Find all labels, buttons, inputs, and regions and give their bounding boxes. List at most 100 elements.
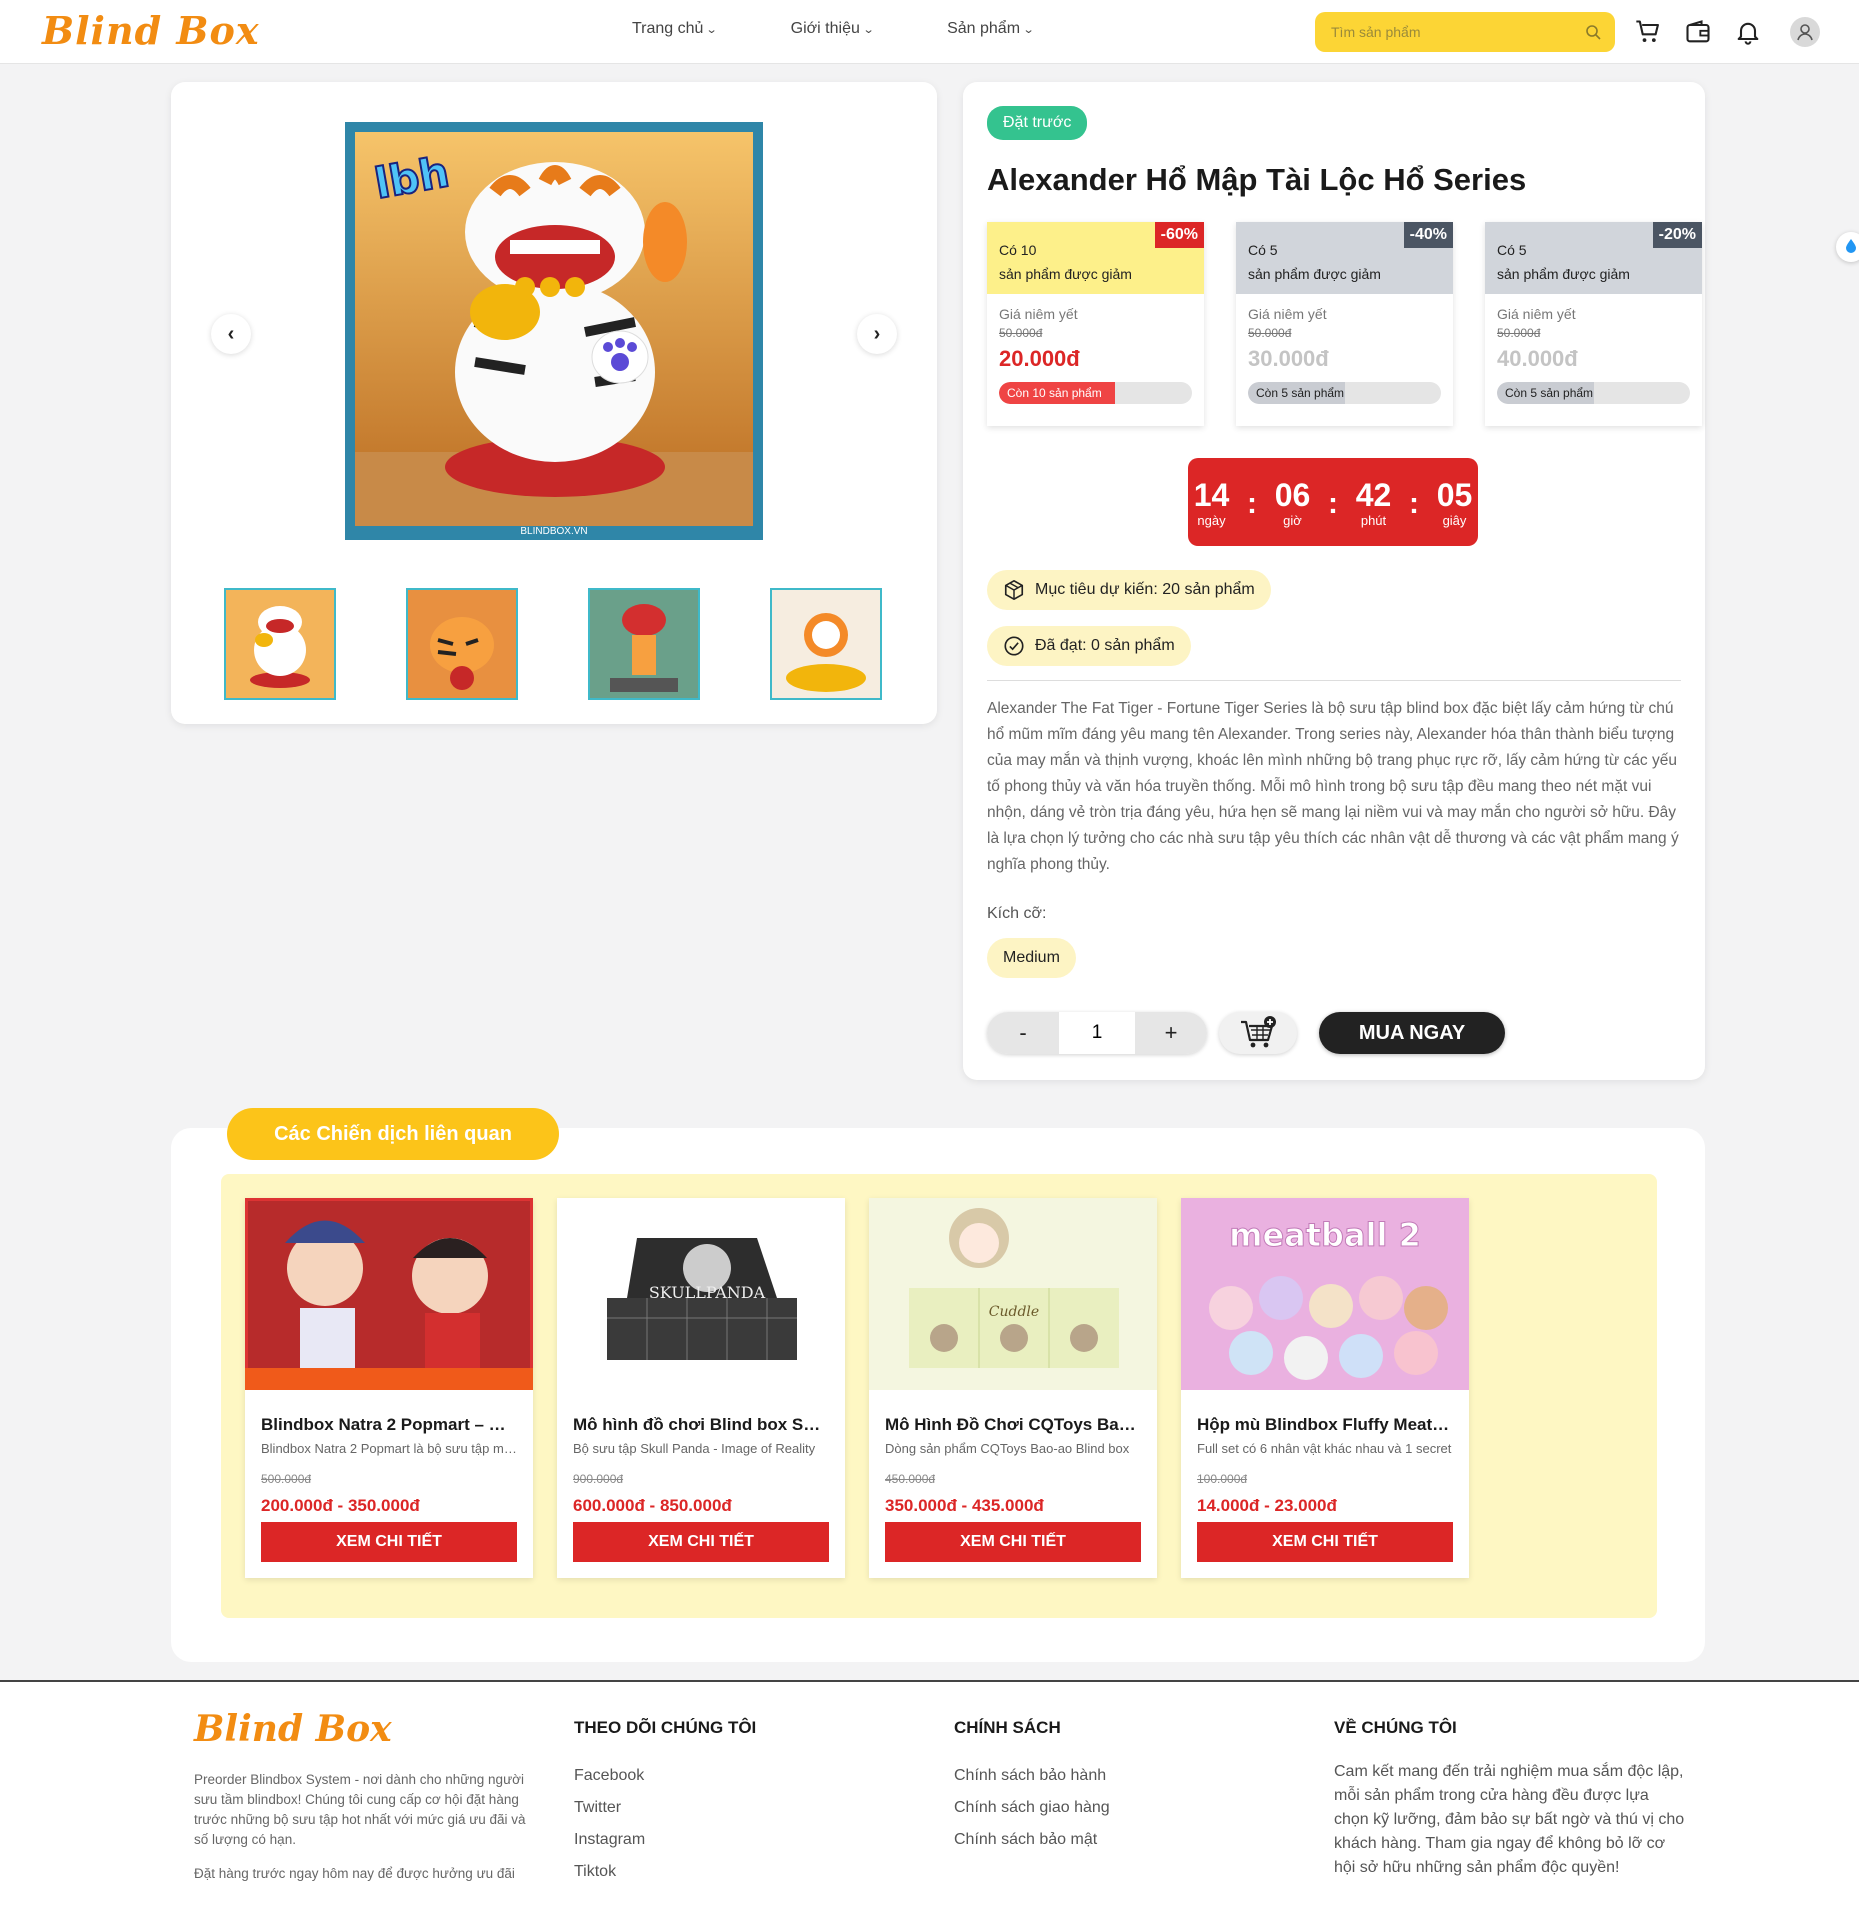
product-old-price: 900.000đ (573, 1472, 624, 1486)
countdown-hours-label: giờ (1283, 512, 1302, 528)
divider (987, 680, 1681, 681)
price-tiers: Có 10 sản phẩm được giảm -60% Giá niêm y… (987, 222, 1702, 426)
thumbnail-3[interactable] (588, 588, 700, 700)
footer-policy: CHÍNH SÁCH Chính sách bảo hành Chính sác… (954, 1718, 1110, 1856)
product-card[interactable]: Cuddle Mô Hình Đồ Chơi CQToys Bao-ao Cud… (869, 1198, 1157, 1578)
bell-icon[interactable] (1734, 18, 1762, 46)
related-campaigns: Các Chiến dịch liên quan Blindbox Natra … (171, 1108, 1705, 1662)
tier-caption: sản phẩm được giảm (1248, 266, 1381, 282)
nav-home[interactable]: Trang chủ ⌄ (632, 20, 718, 38)
old-price: 50.000đ (1497, 326, 1541, 340)
avatar-icon[interactable] (1790, 17, 1820, 47)
countdown-hours: 06 (1274, 476, 1311, 513)
footer-link-instagram[interactable]: Instagram (574, 1824, 756, 1856)
thumbnail-1[interactable] (224, 588, 336, 700)
view-detail-button[interactable]: XEM CHI TIẾT (1197, 1522, 1453, 1562)
main-nav: Trang chủ ⌄ Giới thiệu ⌄ Sản phẩm ⌄ (632, 20, 1035, 38)
add-to-cart-button[interactable] (1219, 1012, 1297, 1054)
product-image: SKULLPANDA (557, 1198, 845, 1390)
buy-now-button[interactable]: MUA NGAY (1319, 1012, 1505, 1054)
price-tier-1[interactable]: Có 10 sản phẩm được giảm -60% Giá niêm y… (987, 222, 1204, 426)
target-text: Mục tiêu dự kiến: 20 sản phẩm (1035, 581, 1255, 598)
stock-remaining: Còn 10 sản phẩm (1007, 386, 1102, 400)
footer-follow: THEO DÕI CHÚNG TÔI Facebook Twitter Inst… (574, 1718, 756, 1888)
product-card[interactable]: Blindbox Natra 2 Popmart – Mô hình Blind… (242, 1195, 536, 1578)
product-price-range: 350.000đ - 435.000đ (885, 1496, 1044, 1515)
product-desc: Blindbox Natra 2 Popmart là bộ sưu tập m… (261, 1441, 517, 1456)
footer-about-us: VỀ CHÚNG TÔI Cam kết mang đến trải nghiệ… (1334, 1718, 1686, 1880)
product-image (242, 1195, 536, 1393)
product-title: Alexander Hổ Mập Tài Lộc Hổ Series (987, 162, 1527, 197)
product-old-price: 100.000đ (1197, 1472, 1248, 1486)
product-card[interactable]: meatball 2 Hộp mù Blindbox Fluffy Meatba… (1181, 1198, 1469, 1578)
achieved-text: Đã đạt: 0 sản phẩm (1035, 637, 1175, 654)
countdown-separator: : (1328, 487, 1338, 520)
view-detail-button[interactable]: XEM CHI TIẾT (573, 1522, 829, 1562)
product-old-price: 450.000đ (885, 1472, 936, 1486)
product-name: Mô hình đồ chơi Blind box Skull Panda (573, 1415, 829, 1434)
footer-link-shipping[interactable]: Chính sách giao hàng (954, 1792, 1110, 1824)
droplet-icon (1846, 239, 1856, 253)
product-card[interactable]: SKULLPANDA Mô hình đồ chơi Blind box Sku… (557, 1198, 845, 1578)
product-desc: Full set có 6 nhân vật khác nhau và 1 se… (1197, 1441, 1452, 1456)
view-detail-button[interactable]: XEM CHI TIẾT (885, 1522, 1141, 1562)
target-pill: Mục tiêu dự kiến: 20 sản phẩm (987, 570, 1271, 610)
product-name: Blindbox Natra 2 Popmart – Mô hình (261, 1415, 517, 1434)
thumbnail-4[interactable] (770, 588, 882, 700)
thumbnail-strip (224, 588, 882, 700)
footer-link-privacy[interactable]: Chính sách bảo mật (954, 1824, 1110, 1856)
footer-logo[interactable]: Blind Box (194, 1708, 392, 1750)
view-detail-button[interactable]: XEM CHI TIẾT (261, 1522, 517, 1562)
old-price: 50.000đ (1248, 326, 1292, 340)
footer-link-facebook[interactable]: Facebook (574, 1760, 756, 1792)
stock-progress: Còn 5 sản phẩm (1248, 382, 1441, 404)
chevron-down-icon: ⌄ (862, 23, 875, 36)
stock-remaining: Còn 5 sản phẩm (1505, 386, 1594, 400)
stock-progress: Còn 5 sản phẩm (1497, 382, 1690, 404)
achieved-pill: Đã đạt: 0 sản phẩm (987, 626, 1191, 666)
tier-caption: sản phẩm được giảm (1497, 266, 1630, 282)
nav-products[interactable]: Sản phẩm ⌄ (947, 20, 1035, 38)
logo[interactable]: Blind Box (42, 8, 260, 53)
product-list: Blindbox Natra 2 Popmart – Mô hình Blind… (242, 1195, 1469, 1578)
countdown-minutes-label: phút (1360, 512, 1387, 528)
wallet-icon[interactable] (1684, 18, 1712, 46)
price-tier-2[interactable]: Có 5 sản phẩm được giảm -40% Giá niêm yế… (1236, 222, 1453, 426)
image-watermark: BLINDBOX.VN (520, 526, 587, 537)
footer-about-title: VỀ CHÚNG TÔI (1334, 1718, 1457, 1737)
product-image: meatball 2 (1181, 1198, 1469, 1390)
thumbnail-2[interactable] (406, 588, 518, 700)
main-product-image: lbh BLINDBOX.VN (345, 122, 763, 540)
next-image-button[interactable]: › (857, 314, 897, 354)
size-option-medium[interactable]: Medium (987, 938, 1076, 978)
floating-widget[interactable] (1836, 232, 1859, 262)
cart-plus-icon (1241, 1016, 1276, 1048)
search-input[interactable] (1315, 12, 1555, 52)
footer: Blind Box Preorder Blindbox System - nơi… (0, 1680, 1859, 1915)
box-label: meatball 2 (1229, 1216, 1421, 1254)
footer-link-warranty[interactable]: Chính sách bảo hành (954, 1760, 1110, 1792)
footer-link-tiktok[interactable]: Tiktok (574, 1856, 756, 1888)
chevron-down-icon: ⌄ (1022, 23, 1035, 36)
decrease-quantity-button[interactable]: - (987, 1012, 1059, 1054)
increase-quantity-button[interactable]: + (1135, 1012, 1207, 1054)
footer-link-twitter[interactable]: Twitter (574, 1792, 756, 1824)
product-description: Alexander The Fat Tiger - Fortune Tiger … (987, 700, 1679, 873)
tier-price: 30.000đ (1248, 346, 1329, 371)
product-price-range: 600.000đ - 850.000đ (573, 1496, 732, 1515)
tier-discount-badge: -60% (1154, 222, 1204, 248)
countdown-days: 14 (1193, 476, 1230, 513)
product-old-price: 500.000đ (261, 1472, 312, 1486)
product-price-range: 200.000đ - 350.000đ (261, 1496, 420, 1515)
header: Blind Box Trang chủ ⌄ Giới thiệu ⌄ Sản phẩ… (0, 0, 1859, 64)
list-price-label: Giá niêm yết (1497, 306, 1576, 322)
search-icon[interactable] (1585, 24, 1601, 40)
quantity-stepper: - + (987, 1012, 1207, 1054)
list-price-label: Giá niêm yết (999, 306, 1078, 322)
prev-image-button[interactable]: ‹ (211, 314, 251, 354)
nav-about[interactable]: Giới thiệu ⌄ (791, 20, 875, 38)
quantity-input[interactable] (1059, 1012, 1135, 1054)
price-tier-3[interactable]: Có 5 sản phẩm được giảm -20% Giá niêm yế… (1485, 222, 1702, 426)
cart-icon[interactable] (1634, 18, 1662, 46)
related-title: Các Chiến dịch liên quan (227, 1108, 559, 1160)
